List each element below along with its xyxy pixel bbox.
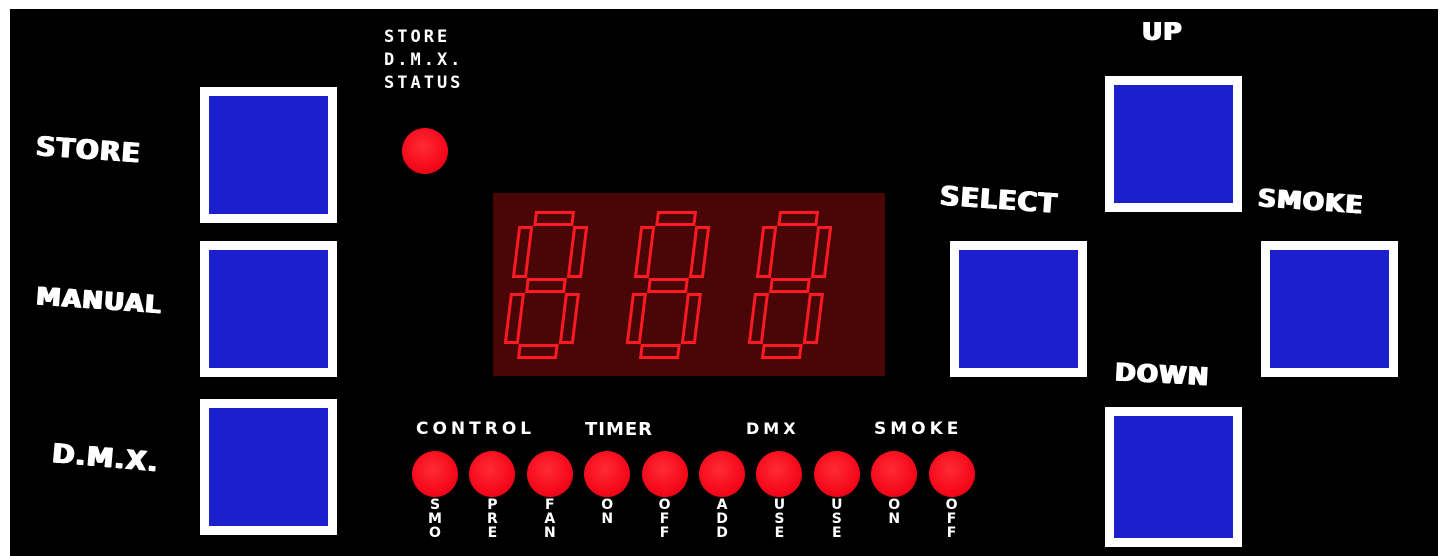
segment-f xyxy=(511,226,534,278)
segment-e xyxy=(503,292,526,344)
select-button-label: SELECT xyxy=(939,180,1059,221)
seven-segment-display xyxy=(493,193,885,376)
indicator-led xyxy=(526,451,573,497)
smoke-group-label: SMOKE xyxy=(874,419,963,439)
indicator-label: PRE xyxy=(487,497,498,541)
timer-group-label: TIMER xyxy=(585,419,654,440)
indicator-label: OFF xyxy=(658,497,671,541)
segment-f xyxy=(755,226,778,278)
indicator-led xyxy=(928,451,975,497)
segment-g xyxy=(647,277,689,293)
segment-a xyxy=(533,211,576,226)
segment-c xyxy=(680,292,703,344)
display-digit xyxy=(502,211,590,359)
segment-b xyxy=(688,226,711,278)
indicator-led xyxy=(699,451,745,497)
indicator-label: USE xyxy=(773,497,786,541)
down-button-label: DOWN xyxy=(1114,357,1211,392)
smoke-button[interactable] xyxy=(1261,241,1398,377)
status-led xyxy=(402,128,448,174)
indicator-label: OFF xyxy=(945,497,958,541)
segment-e xyxy=(625,292,648,344)
indicator-label: ON xyxy=(601,497,614,527)
up-button-label: UP xyxy=(1142,17,1183,46)
indicator-label: FAN xyxy=(543,497,556,541)
store-button[interactable] xyxy=(200,87,337,223)
indicator-led xyxy=(871,451,918,497)
dmx-button-label: D.M.X. xyxy=(50,438,161,479)
segment-e xyxy=(747,292,770,344)
indicator-label: ADD xyxy=(716,497,728,541)
up-button[interactable] xyxy=(1105,76,1242,212)
indicator-led xyxy=(469,451,516,497)
segment-c xyxy=(558,292,581,344)
control-panel: STORE MANUAL D.M.X. STORE D.M.X. STATUS … xyxy=(10,9,1438,556)
down-button[interactable] xyxy=(1105,407,1242,547)
segment-c xyxy=(802,292,825,344)
indicator-led xyxy=(641,451,688,497)
segment-g xyxy=(525,277,567,293)
dmx-group-label: DMX xyxy=(746,419,800,438)
status-label-line: STORE xyxy=(384,27,451,47)
status-label-line: STATUS xyxy=(384,73,464,93)
segment-d xyxy=(760,344,803,359)
indicator-led xyxy=(756,451,803,497)
segment-a xyxy=(777,211,820,226)
indicator-led xyxy=(813,451,860,497)
segment-b xyxy=(566,226,589,278)
indicator-led xyxy=(412,451,458,497)
status-label-line: D.M.X. xyxy=(384,50,464,70)
indicator-led xyxy=(584,451,631,497)
dmx-button[interactable] xyxy=(200,399,337,535)
display-digit xyxy=(746,211,834,359)
manual-button[interactable] xyxy=(200,241,337,377)
segment-g xyxy=(769,277,811,293)
segment-d xyxy=(638,344,681,359)
store-button-label: STORE xyxy=(35,131,143,170)
segment-d xyxy=(516,344,559,359)
indicator-label: SMO xyxy=(428,497,442,541)
segment-b xyxy=(810,226,833,278)
segment-a xyxy=(655,211,698,226)
indicator-label: USE xyxy=(831,497,843,541)
display-digit xyxy=(624,211,712,359)
indicator-label: ON xyxy=(888,497,901,527)
control-group-label: CONTROL xyxy=(416,419,536,439)
manual-button-label: MANUAL xyxy=(35,281,163,320)
status-label: STORE D.M.X. STATUS xyxy=(384,26,463,95)
select-button[interactable] xyxy=(950,241,1087,377)
smoke-button-label: SMOKE xyxy=(1257,183,1365,220)
segment-f xyxy=(633,226,656,278)
